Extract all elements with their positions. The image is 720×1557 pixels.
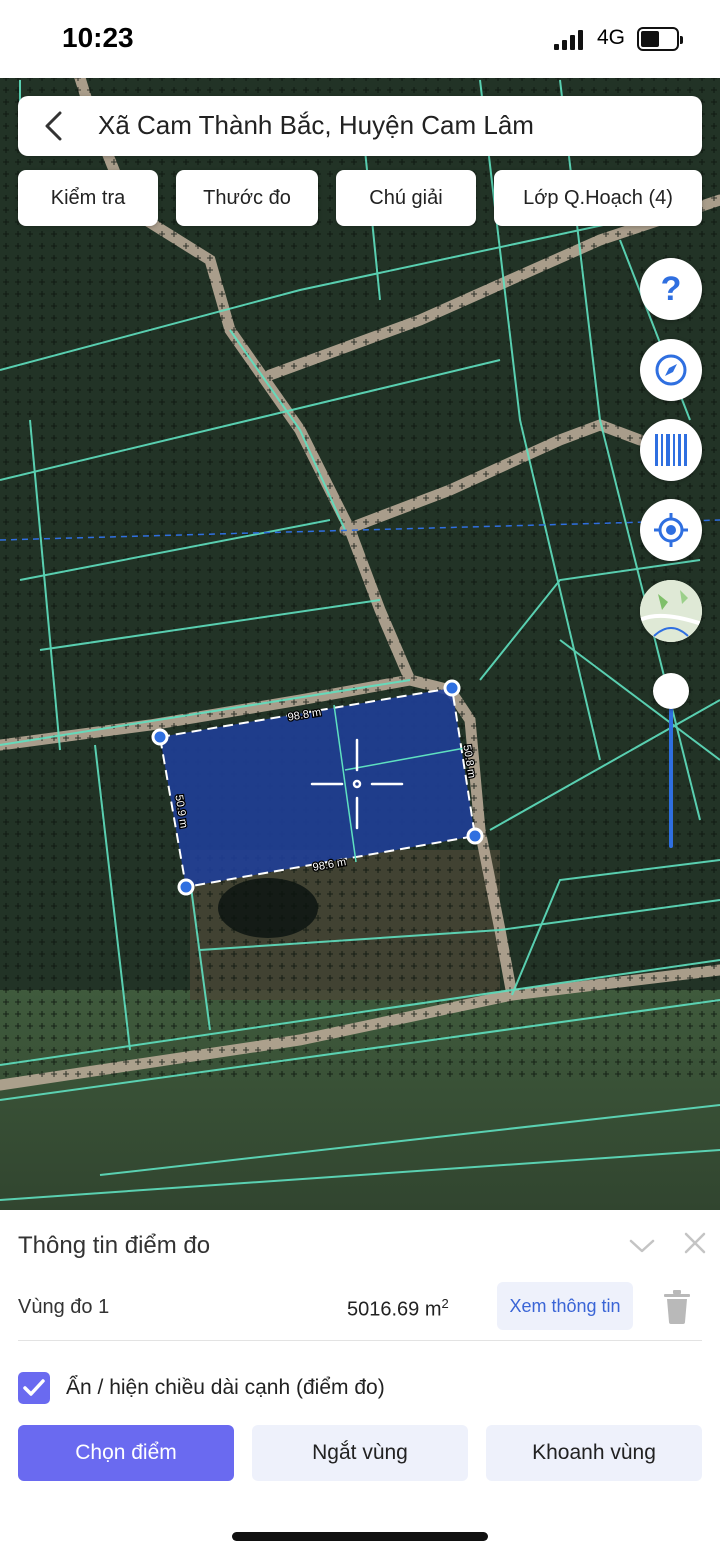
map-layer-button[interactable] xyxy=(640,580,702,642)
compass-icon xyxy=(655,354,687,386)
break-zone-button[interactable]: Ngắt vùng xyxy=(252,1425,468,1481)
ruler-chip[interactable]: Thước đo xyxy=(176,170,318,226)
location-title: Xã Cam Thành Bắc, Huyện Cam Lâm xyxy=(98,110,534,140)
check-chip[interactable]: Kiểm tra xyxy=(18,170,158,226)
network-type: 4G xyxy=(597,26,626,49)
legend-chip[interactable]: Chú giải xyxy=(336,170,476,226)
checkmark-icon xyxy=(23,1379,45,1396)
home-indicator[interactable] xyxy=(232,1532,488,1541)
divider xyxy=(18,1340,702,1341)
zone-area-value: 5016.69 m xyxy=(347,1298,442,1321)
zone-area: 5016.69 m2 xyxy=(347,1296,449,1322)
barcode-button[interactable] xyxy=(640,419,702,481)
opacity-slider-thumb[interactable] xyxy=(653,673,689,709)
zone-area-unit-exponent: 2 xyxy=(441,1296,449,1311)
help-button[interactable]: ? xyxy=(640,258,702,320)
zone-name: Vùng đo 1 xyxy=(18,1296,110,1318)
signal-icon xyxy=(554,30,586,50)
planning-layer-chip[interactable]: Lớp Q.Hoạch (4) xyxy=(494,170,702,226)
close-icon[interactable] xyxy=(682,1230,708,1256)
panel-title: Thông tin điểm đo xyxy=(18,1232,211,1259)
vertex-handle[interactable] xyxy=(177,878,195,896)
status-bar: 10:23 4G xyxy=(0,0,720,78)
battery-icon xyxy=(637,27,683,51)
show-edge-length-checkbox[interactable] xyxy=(18,1372,50,1404)
chevron-down-icon[interactable] xyxy=(628,1234,656,1258)
select-point-button[interactable]: Chọn điểm xyxy=(18,1425,234,1481)
status-time: 10:23 xyxy=(62,22,134,53)
vertex-handle[interactable] xyxy=(151,728,169,746)
show-edge-length-label: Ẩn / hiện chiều dài cạnh (điểm đo) xyxy=(66,1376,385,1399)
map-view[interactable]: 98.8 m 98.6 m 50.9 m 50.8 m xyxy=(0,78,720,1210)
satellite-map[interactable]: 98.8 m 98.6 m 50.9 m 50.8 m xyxy=(0,78,720,1210)
vertex-handle[interactable] xyxy=(443,679,461,697)
vertex-handle[interactable] xyxy=(466,827,484,845)
locate-button[interactable] xyxy=(640,499,702,561)
trash-icon[interactable] xyxy=(662,1290,692,1324)
measurement-info-panel: Thông tin điểm đo Vùng đo 1 5016.69 m2 X… xyxy=(0,1210,720,1557)
help-icon: ? xyxy=(660,269,682,308)
map-layer-icon xyxy=(640,580,702,642)
back-arrow-icon[interactable] xyxy=(38,108,74,144)
compass-button[interactable] xyxy=(640,339,702,401)
opacity-slider-track[interactable] xyxy=(669,690,673,848)
location-search-bar[interactable]: Xã Cam Thành Bắc, Huyện Cam Lâm xyxy=(18,96,702,156)
view-info-button[interactable]: Xem thông tin xyxy=(497,1282,633,1330)
locate-icon xyxy=(654,513,688,547)
barcode-icon xyxy=(655,434,687,466)
enclose-zone-button[interactable]: Khoanh vùng xyxy=(486,1425,702,1481)
